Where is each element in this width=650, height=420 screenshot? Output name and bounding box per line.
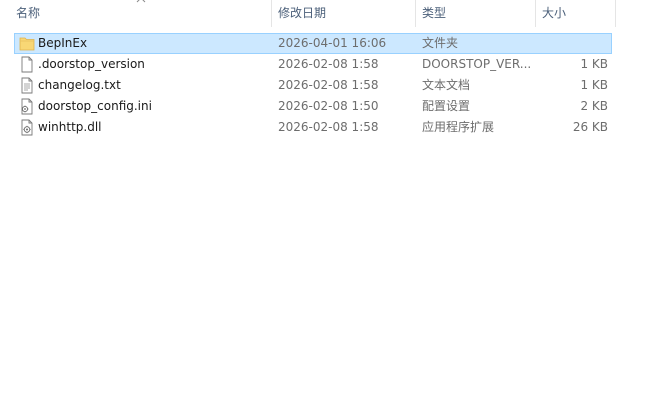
file-date: 2026-02-08 1:50 (278, 99, 379, 113)
file-size: 1 KB (580, 78, 608, 92)
config-file-icon (21, 98, 33, 115)
file-row[interactable]: changelog.txt 2026-02-08 1:58 文本文档 1 KB (14, 75, 612, 96)
column-header-type-label: 类型 (422, 6, 447, 20)
text-file-icon (21, 77, 33, 94)
column-header-bar: 名称 修改日期 类型 大小 (0, 0, 616, 27)
file-date: 2026-04-01 16:06 (278, 36, 387, 50)
dll-file-icon (21, 119, 33, 136)
column-header-date[interactable]: 修改日期 (272, 0, 416, 27)
file-size: 1 KB (580, 57, 608, 71)
file-name: doorstop_config.ini (38, 99, 152, 113)
file-type: 文本文档 (422, 78, 471, 92)
file-type: DOORSTOP_VER... (422, 57, 532, 71)
file-date: 2026-02-08 1:58 (278, 57, 379, 71)
file-name: BepInEx (38, 36, 88, 50)
file-date: 2026-02-08 1:58 (278, 78, 379, 92)
file-date: 2026-02-08 1:58 (278, 120, 379, 134)
column-header-type[interactable]: 类型 (416, 0, 536, 27)
file-type: 配置设置 (422, 99, 471, 113)
file-name: .doorstop_version (38, 57, 145, 71)
file-explorer-details-view: 名称 修改日期 类型 大小 BepInEx 2026-04-01 16:06 文… (0, 0, 650, 420)
column-header-name-label: 名称 (16, 6, 41, 20)
column-header-size-label: 大小 (542, 6, 567, 20)
file-type: 应用程序扩展 (422, 120, 495, 134)
file-row[interactable]: winhttp.dll 2026-02-08 1:58 应用程序扩展 26 KB (14, 117, 612, 138)
column-header-size[interactable]: 大小 (536, 0, 616, 27)
column-header-date-label: 修改日期 (278, 6, 327, 20)
file-row[interactable]: BepInEx 2026-04-01 16:06 文件夹 (14, 33, 612, 54)
file-size (539, 34, 608, 53)
file-name: winhttp.dll (38, 120, 102, 134)
sort-ascending-icon (136, 0, 146, 3)
file-size: 26 KB (572, 120, 608, 134)
file-row[interactable]: doorstop_config.ini 2026-02-08 1:50 配置设置… (14, 96, 612, 117)
file-row[interactable]: .doorstop_version 2026-02-08 1:58 DOORST… (14, 54, 612, 75)
file-type: 文件夹 (422, 36, 459, 50)
file-name: changelog.txt (38, 78, 121, 92)
blank-file-icon (21, 56, 33, 73)
folder-icon (19, 37, 35, 51)
file-size: 2 KB (580, 99, 608, 113)
